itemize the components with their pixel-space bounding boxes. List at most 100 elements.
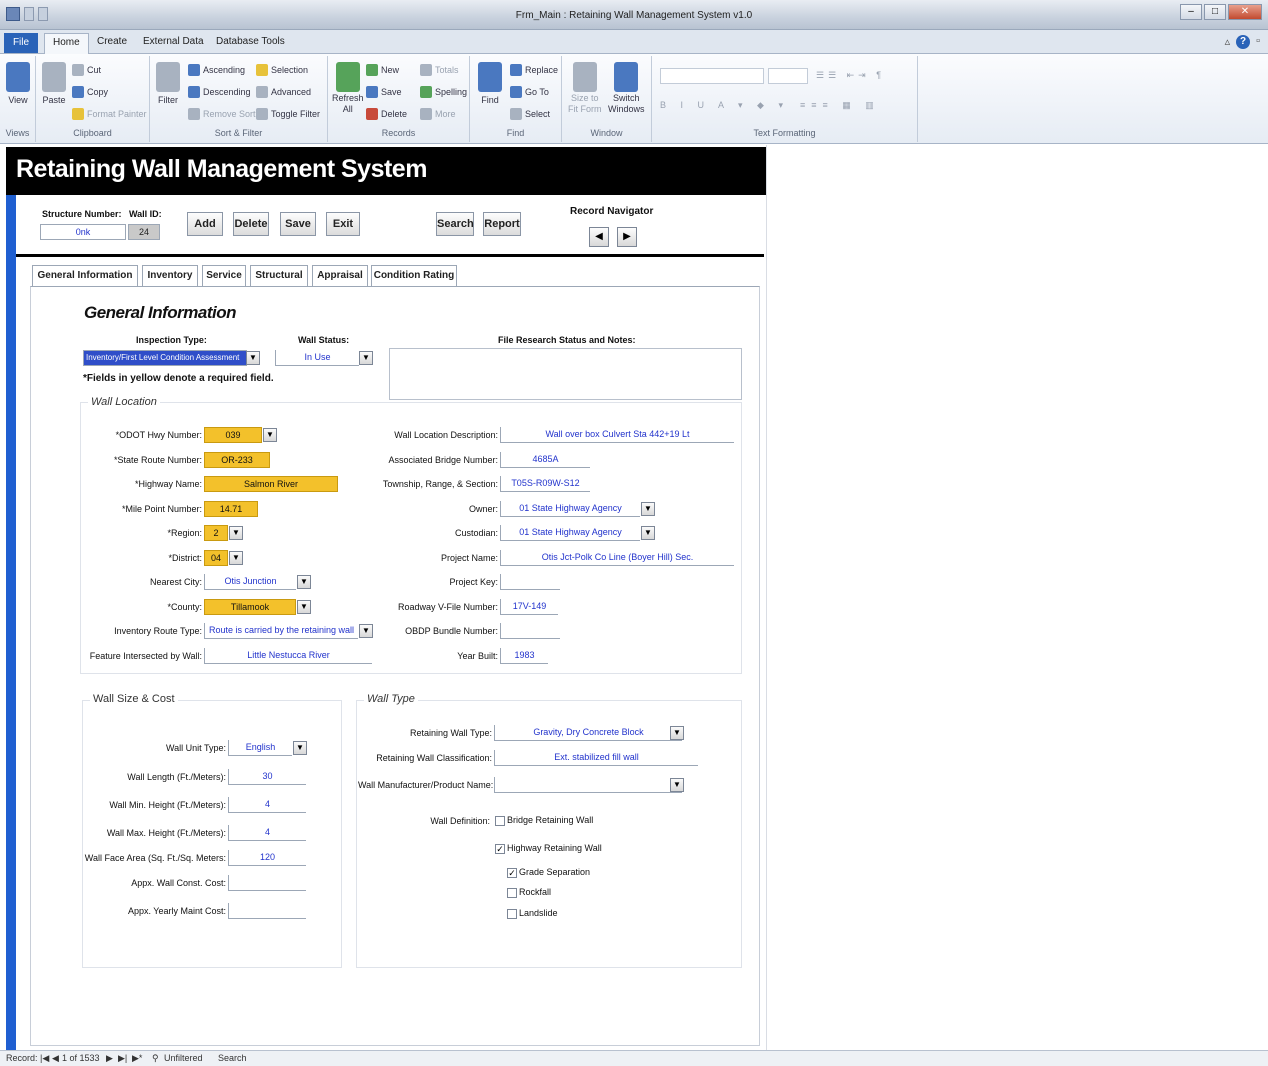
record-position[interactable]: 1 of 1533	[62, 1053, 100, 1063]
district-field[interactable]: 04	[204, 549, 228, 566]
report-button[interactable]: Report	[483, 212, 521, 236]
custodian-dropdown[interactable]: ▼	[641, 526, 655, 540]
paste-button[interactable]: Paste	[42, 62, 66, 105]
help-icon[interactable]: ?	[1236, 35, 1251, 49]
wall-min-height-ft-meters-field[interactable]: 4	[228, 797, 306, 813]
cut-button[interactable]: Cut	[72, 64, 101, 76]
tab-appraisal[interactable]: Appraisal	[312, 265, 368, 287]
switch-windows-button[interactable]: Switch Windows	[608, 62, 645, 114]
tab-general-information[interactable]: General Information	[32, 265, 138, 287]
record-selector-bar[interactable]	[6, 195, 16, 1050]
feature-intersected-by-wall-field[interactable]: Little Nestucca River	[204, 647, 372, 664]
save-button[interactable]: Save	[280, 212, 316, 236]
year-built-field[interactable]: 1983	[500, 647, 548, 664]
select-button[interactable]: Select	[510, 108, 550, 120]
copy-button[interactable]: Copy	[72, 86, 108, 98]
grade-separation-checkbox[interactable]: ✓	[507, 868, 517, 878]
save-record-button[interactable]: Save	[366, 86, 402, 98]
toggle-filter-button[interactable]: Toggle Filter	[256, 108, 320, 120]
tab-service[interactable]: Service	[202, 265, 246, 287]
tab-inventory[interactable]: Inventory	[142, 265, 198, 287]
wall-unit-type-dropdown[interactable]: ▼	[293, 741, 307, 755]
find-button[interactable]: Find	[478, 62, 502, 105]
next-record-status-button[interactable]: ▶	[106, 1053, 113, 1064]
search-button[interactable]: Search	[436, 212, 474, 236]
retaining-wall-type-field[interactable]: Gravity, Dry Concrete Block	[494, 725, 682, 741]
format-painter-button[interactable]: Format Painter	[72, 108, 147, 120]
highway-retaining-wall-checkbox[interactable]: ✓	[495, 844, 505, 854]
next-record-button[interactable]: ▶	[617, 227, 637, 247]
tab-create[interactable]: Create	[97, 36, 127, 47]
filter-button[interactable]: Filter	[156, 62, 180, 105]
highway-name-field[interactable]: Salmon River	[204, 476, 338, 492]
replace-button[interactable]: Replace	[510, 64, 558, 76]
tab-database-tools[interactable]: Database Tools	[216, 36, 285, 47]
district-dropdown[interactable]: ▼	[229, 550, 243, 565]
wall-length-ft-meters-field[interactable]: 30	[228, 769, 306, 785]
appx-yearly-maint-cost-field[interactable]	[228, 903, 306, 919]
spelling-button[interactable]: Spelling	[420, 86, 467, 98]
structure-number-field[interactable]: 0nk	[40, 224, 126, 240]
minimize-button[interactable]: –	[1180, 4, 1202, 20]
retaining-wall-type-dropdown[interactable]: ▼	[670, 726, 684, 740]
size-to-fit-form-button[interactable]: Size to Fit Form	[568, 62, 602, 114]
bridge-retaining-wall-checkbox[interactable]	[495, 816, 505, 826]
selection-button[interactable]: Selection	[256, 64, 308, 76]
alignment-buttons[interactable]: ≡≡≡ ▦ ▥	[800, 100, 880, 111]
county-field[interactable]: Tillamook	[204, 598, 296, 615]
owner-field[interactable]: 01 State Highway Agency	[500, 500, 640, 517]
tab-condition-rating[interactable]: Condition Rating	[371, 265, 457, 287]
owner-dropdown[interactable]: ▼	[641, 501, 655, 516]
new-record-button[interactable]: New	[366, 64, 399, 76]
more-button[interactable]: More	[420, 108, 456, 120]
delete-button[interactable]: Delete	[233, 212, 269, 236]
previous-record-button[interactable]: ◀	[589, 227, 609, 247]
wall-max-height-ft-meters-field[interactable]: 4	[228, 825, 306, 841]
advanced-button[interactable]: Advanced	[256, 86, 311, 98]
totals-button[interactable]: Totals	[420, 64, 459, 76]
nearest-city-field[interactable]: Otis Junction	[204, 574, 296, 590]
close-button[interactable]: ✕	[1228, 4, 1262, 20]
last-record-button[interactable]: ▶|	[118, 1053, 127, 1064]
wall-location-description-field[interactable]: Wall over box Culvert Sta 442+19 Lt	[500, 427, 734, 443]
file-tab[interactable]: File	[4, 33, 38, 53]
project-name-field[interactable]: Otis Jct-Polk Co Line (Boyer Hill) Sec.	[500, 549, 734, 566]
window-restore-icon[interactable]: ▫	[1256, 35, 1260, 49]
first-record-button[interactable]: |◀	[40, 1053, 49, 1064]
nearest-city-dropdown[interactable]: ▼	[297, 575, 311, 589]
descending-button[interactable]: Descending	[188, 86, 251, 98]
prev-record-button[interactable]: ◀	[52, 1053, 59, 1064]
roadway-v-file-number-field[interactable]: 17V-149	[500, 598, 558, 615]
tab-home[interactable]: Home	[44, 33, 89, 55]
wall-unit-type-field[interactable]: English	[228, 740, 292, 756]
inspection-type-select[interactable]: Inventory/First Level Condition Assessme…	[83, 350, 247, 366]
wall-manufacturer-product-name-dropdown[interactable]: ▼	[670, 778, 684, 792]
region-dropdown[interactable]: ▼	[229, 526, 243, 540]
search-box[interactable]: Search	[218, 1053, 247, 1063]
appx-wall-const-cost-field[interactable]	[228, 875, 306, 891]
retaining-wall-classification-field[interactable]: Ext. stabilized fill wall	[494, 750, 698, 766]
font-name-select[interactable]	[660, 68, 764, 84]
obdp-bundle-number-field[interactable]	[500, 623, 560, 639]
font-size-select[interactable]	[768, 68, 808, 84]
delete-record-button[interactable]: Delete	[366, 108, 407, 120]
ascending-button[interactable]: Ascending	[188, 64, 245, 76]
project-key-field[interactable]	[500, 574, 560, 590]
filter-status[interactable]: Unfiltered	[164, 1053, 203, 1063]
landslide-checkbox[interactable]	[507, 909, 517, 919]
wall-face-area-sq-ft-sq-meters-field[interactable]: 120	[228, 850, 306, 866]
custodian-field[interactable]: 01 State Highway Agency	[500, 525, 640, 541]
inventory-route-type-field[interactable]: Route is carried by the retaining wall	[204, 623, 358, 639]
goto-button[interactable]: Go To	[510, 86, 549, 98]
region-field[interactable]: 2	[204, 525, 228, 541]
state-route-number-field[interactable]: OR-233	[204, 451, 270, 468]
rockfall-checkbox[interactable]	[507, 888, 517, 898]
font-style-buttons[interactable]: B I U A ▾ ◆ ▾	[660, 100, 789, 111]
restore-ribbon-icon[interactable]: ▵	[1225, 35, 1231, 49]
wall-manufacturer-product-name-field[interactable]	[494, 777, 682, 793]
mile-point-number-field[interactable]: 14.71	[204, 500, 258, 517]
county-dropdown[interactable]: ▼	[297, 599, 311, 614]
inspection-type-dropdown[interactable]: ▼	[246, 351, 260, 365]
tab-external-data[interactable]: External Data	[143, 36, 204, 47]
wall-status-select[interactable]: In Use	[275, 350, 359, 366]
